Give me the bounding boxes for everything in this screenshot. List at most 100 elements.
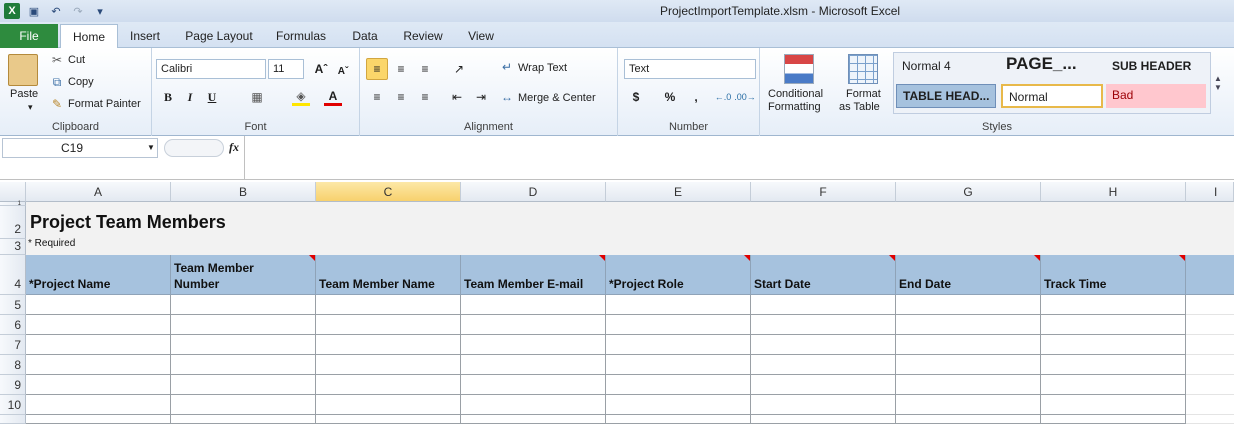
number-format-select[interactable]: Text	[624, 59, 756, 79]
table-cell[interactable]	[316, 315, 461, 335]
table-cell[interactable]	[26, 315, 171, 335]
fill-color-icon[interactable]: ◈	[292, 88, 310, 106]
align-center-icon[interactable]: ≡	[390, 86, 412, 108]
column-header-g[interactable]: G	[896, 182, 1041, 202]
middle-align-icon[interactable]: ≡	[390, 58, 412, 80]
conditional-formatting-icon[interactable]	[784, 54, 814, 84]
copy-icon[interactable]: ⧉	[50, 75, 64, 89]
column-header-c[interactable]: C	[316, 182, 461, 202]
italic-button[interactable]: I	[182, 88, 198, 106]
percent-button[interactable]: %	[662, 88, 678, 106]
paste-dropdown-icon[interactable]: ▾	[28, 102, 33, 113]
row-header-11[interactable]	[0, 415, 26, 424]
tab-page-layout[interactable]: Page Layout	[178, 24, 260, 48]
table-cell[interactable]	[316, 395, 461, 415]
tab-data[interactable]: Data	[342, 24, 388, 48]
style-normal-4[interactable]: Normal 4	[896, 55, 996, 79]
column-header-e[interactable]: E	[606, 182, 751, 202]
currency-button[interactable]: $	[628, 88, 644, 106]
underline-button[interactable]: U	[204, 88, 220, 106]
table-cell[interactable]	[26, 295, 171, 315]
insert-function-icon[interactable]: fx	[226, 138, 242, 156]
header-team-member-email[interactable]: Team Member E-mail	[461, 255, 606, 295]
required-note[interactable]: * Required	[28, 238, 75, 249]
merge-center-button[interactable]: Merge & Center	[518, 92, 596, 104]
paste-button[interactable]: Paste	[10, 88, 38, 100]
wrap-text-button[interactable]: Wrap Text	[518, 62, 567, 74]
table-cell[interactable]	[461, 415, 606, 424]
table-cell[interactable]	[1041, 415, 1186, 424]
table-cell[interactable]	[1186, 315, 1234, 335]
decrease-indent-icon[interactable]: ⇤	[446, 86, 468, 108]
tab-file[interactable]: File	[0, 24, 58, 48]
row-header-10[interactable]: 10	[0, 395, 26, 415]
table-cell[interactable]	[1186, 295, 1234, 315]
save-icon[interactable]: ▣	[26, 3, 42, 19]
column-header-f[interactable]: F	[751, 182, 896, 202]
shrink-font-icon[interactable]: Aˇ	[334, 62, 352, 80]
format-painter-icon[interactable]: ✎	[50, 97, 64, 111]
name-box-dropdown-icon[interactable]: ▼	[146, 140, 156, 154]
tab-review[interactable]: Review	[396, 24, 450, 48]
table-cell[interactable]	[316, 415, 461, 424]
table-cell[interactable]	[751, 335, 896, 355]
row-header-7[interactable]: 7	[0, 335, 26, 355]
header-team-member-name[interactable]: Team Member Name	[316, 255, 461, 295]
style-normal[interactable]: Normal	[1001, 84, 1103, 108]
style-table-head[interactable]: TABLE HEAD...	[896, 84, 996, 108]
tab-view[interactable]: View	[458, 24, 504, 48]
copy-button[interactable]: Copy	[68, 76, 94, 88]
table-cell[interactable]	[26, 415, 171, 424]
table-cell[interactable]	[1041, 335, 1186, 355]
table-cell[interactable]	[896, 415, 1041, 424]
style-bad[interactable]: Bad	[1106, 84, 1206, 108]
cut-icon[interactable]: ✂	[50, 53, 64, 67]
table-cell[interactable]	[1041, 315, 1186, 335]
as-table-label[interactable]: as Table	[839, 101, 880, 113]
header-end-date[interactable]: End Date	[896, 255, 1041, 295]
table-cell[interactable]	[606, 355, 751, 375]
table-cell[interactable]	[461, 355, 606, 375]
table-cell[interactable]	[896, 355, 1041, 375]
table-cell[interactable]	[1186, 395, 1234, 415]
table-cell[interactable]	[1041, 295, 1186, 315]
style-sub-header[interactable]: SUB HEADER	[1106, 55, 1206, 79]
customize-qat-icon[interactable]: ▾	[92, 3, 108, 19]
table-cell[interactable]	[461, 295, 606, 315]
table-cell[interactable]	[26, 395, 171, 415]
table-cell[interactable]	[751, 355, 896, 375]
table-cell[interactable]	[316, 375, 461, 395]
redo-icon[interactable]: ↷	[70, 3, 86, 19]
table-cell[interactable]	[1186, 415, 1234, 424]
conditional-label[interactable]: Conditional	[768, 88, 823, 100]
table-cell[interactable]	[1041, 355, 1186, 375]
table-cell[interactable]	[171, 355, 316, 375]
cut-button[interactable]: Cut	[68, 54, 85, 66]
row-header-3[interactable]: 3	[0, 239, 26, 255]
excel-app-icon[interactable]: X	[4, 3, 20, 19]
table-cell[interactable]	[461, 395, 606, 415]
table-cell[interactable]	[1186, 375, 1234, 395]
column-header-i[interactable]: I	[1186, 182, 1234, 202]
table-cell[interactable]	[1041, 395, 1186, 415]
style-page[interactable]: PAGE_...	[1000, 53, 1100, 77]
increase-indent-icon[interactable]: ⇥	[470, 86, 492, 108]
table-cell[interactable]	[26, 375, 171, 395]
table-cell[interactable]	[606, 415, 751, 424]
styles-scroll-icon[interactable]: ▲ ▼	[1212, 54, 1224, 112]
font-color-icon[interactable]: A	[324, 88, 342, 106]
row-header-4[interactable]: 4	[0, 255, 26, 295]
sheet-title[interactable]: Project Team Members	[30, 212, 226, 233]
row-header-5[interactable]: 5	[0, 295, 26, 315]
bottom-align-icon[interactable]: ≡	[414, 58, 436, 80]
paste-icon[interactable]	[8, 54, 38, 86]
format-as-table-icon[interactable]	[848, 54, 878, 84]
table-cell[interactable]	[171, 415, 316, 424]
table-cell[interactable]	[606, 315, 751, 335]
table-cell[interactable]	[896, 375, 1041, 395]
bold-button[interactable]: B	[160, 88, 176, 106]
table-cell[interactable]	[26, 355, 171, 375]
row-header-6[interactable]: 6	[0, 315, 26, 335]
undo-icon[interactable]: ↶	[48, 3, 64, 19]
header-column-i[interactable]	[1186, 255, 1234, 295]
